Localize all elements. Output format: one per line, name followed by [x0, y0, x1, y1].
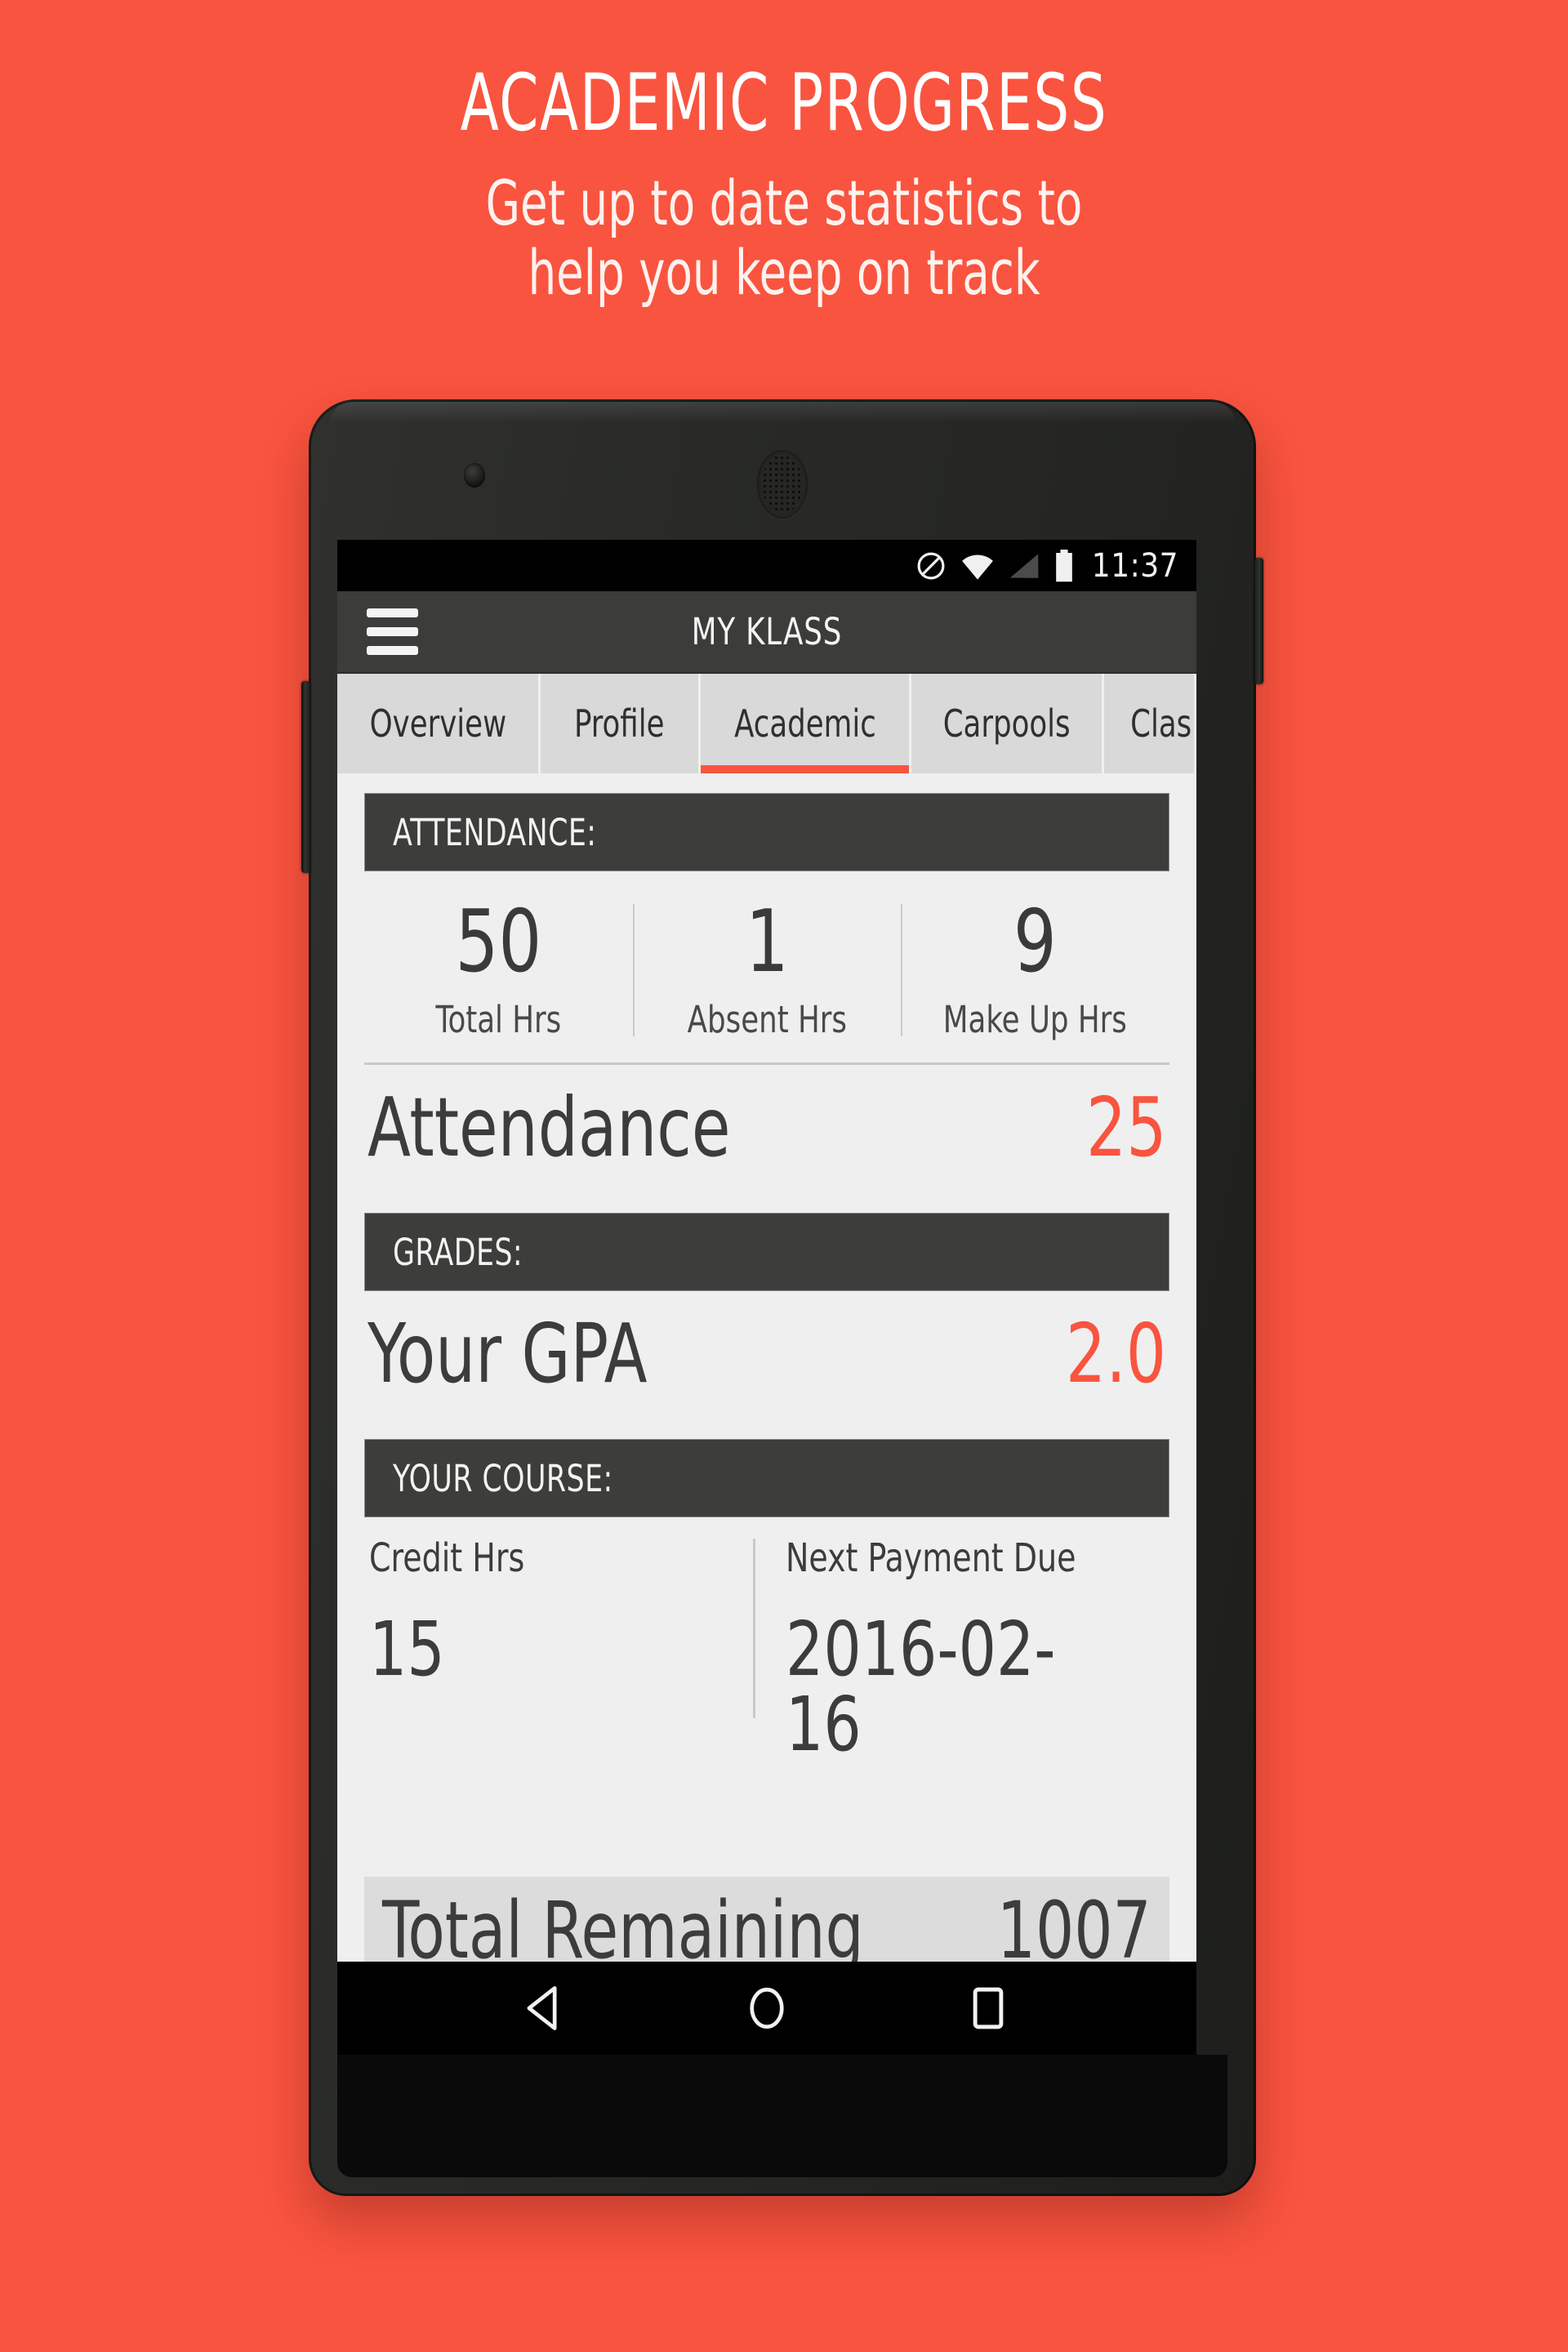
- promo-subtitle-line-1: Get up to date statistics to: [485, 167, 1083, 239]
- promo-header: ACADEMIC PROGRESS Get up to date statist…: [0, 0, 1568, 307]
- promo-subtitle: Get up to date statistics to help you ke…: [157, 142, 1411, 307]
- home-button[interactable]: [726, 1967, 808, 2049]
- recents-button[interactable]: [947, 1967, 1029, 2049]
- course-fields-row: Credit Hrs 15 Next Payment Due 2016-02-1…: [364, 1517, 1169, 1762]
- back-triangle-icon: [527, 1986, 557, 2030]
- tab-overview-label: Overview: [369, 702, 506, 746]
- tab-academic[interactable]: Academic: [701, 674, 911, 773]
- stat-makeup-hrs-label: Make Up Hrs: [943, 998, 1128, 1041]
- speaker-mesh: [762, 455, 803, 514]
- back-button[interactable]: [505, 1967, 586, 2049]
- cellular-signal-icon: [1009, 553, 1039, 578]
- course-next-payment-label: Next Payment Due: [786, 1535, 1076, 1581]
- tab-profile[interactable]: Profile: [541, 674, 701, 773]
- phone-bottom-bezel: [337, 2055, 1227, 2177]
- tab-carpools-label: Carpools: [942, 702, 1071, 746]
- tab-classes[interactable]: Clas: [1104, 674, 1196, 773]
- course-next-payment-value: 2016-02-16: [786, 1606, 1056, 1768]
- app-title: MY KLASS: [691, 610, 843, 653]
- status-bar-clock: 11:37: [1091, 546, 1178, 585]
- tab-academic-label: Academic: [733, 702, 876, 746]
- stat-absent-hrs-label: Absent Hrs: [687, 998, 847, 1041]
- stat-makeup-hrs-value: 9: [1013, 892, 1058, 991]
- academic-content: ATTENDANCE: 50 Total Hrs 1 Absent Hrs 9 …: [337, 773, 1196, 1962]
- tab-overview[interactable]: Overview: [337, 674, 541, 773]
- phone-screen: 11:37 MY KLASS Overview Profile Academic…: [337, 540, 1196, 2055]
- attendance-summary-row: Attendance 25: [364, 1065, 1169, 1193]
- phone-top-highlight: [330, 402, 1235, 423]
- volume-rocker-button[interactable]: [301, 681, 310, 873]
- recents-square-icon: [973, 1987, 1003, 2029]
- section-header-grades: GRADES:: [364, 1213, 1169, 1291]
- status-bar: 11:37: [337, 540, 1196, 591]
- course-credit-hrs: Credit Hrs 15: [364, 1535, 753, 1762]
- stat-absent-hrs-value: 1: [745, 892, 789, 991]
- promo-title: ACADEMIC PROGRESS: [460, 57, 1108, 149]
- attendance-stats-row: 50 Total Hrs 1 Absent Hrs 9 Make Up Hrs: [364, 871, 1169, 1065]
- gpa-summary-row: Your GPA 2.0: [364, 1291, 1169, 1419]
- course-next-payment: Next Payment Due 2016-02-16: [753, 1535, 1169, 1762]
- earpiece-speaker-icon: [757, 450, 808, 519]
- attendance-summary-value: 25: [1085, 1080, 1166, 1175]
- front-camera-icon: [464, 463, 485, 488]
- stat-makeup-hrs: 9 Make Up Hrs: [901, 899, 1169, 1041]
- total-remaining-label: Total Remaining: [382, 1885, 864, 1962]
- gpa-label: Your GPA: [368, 1306, 648, 1401]
- stat-total-hrs: 50 Total Hrs: [364, 892, 633, 1042]
- course-credit-hrs-value: 15: [369, 1606, 445, 1693]
- tab-bar: Overview Profile Academic Carpools Clas: [337, 672, 1196, 773]
- course-credit-hrs-label: Credit Hrs: [369, 1535, 525, 1581]
- section-header-course-label: YOUR COURSE:: [393, 1456, 613, 1500]
- action-bar: MY KLASS: [337, 591, 1196, 672]
- tab-profile-label: Profile: [574, 702, 665, 746]
- tab-classes-label: Clas: [1130, 702, 1192, 746]
- section-header-grades-label: GRADES:: [393, 1230, 523, 1274]
- total-remaining-value: 1007: [997, 1885, 1152, 1962]
- power-button[interactable]: [1254, 558, 1263, 684]
- total-remaining-row: Total Remaining 1007: [364, 1877, 1169, 1962]
- battery-icon: [1055, 549, 1072, 581]
- tab-carpools[interactable]: Carpools: [911, 674, 1104, 773]
- stat-total-hrs-value: 50: [455, 892, 542, 991]
- section-header-course: YOUR COURSE:: [364, 1439, 1169, 1517]
- attendance-summary-label: Attendance: [368, 1080, 731, 1175]
- home-circle-icon: [750, 1987, 784, 2029]
- stat-absent-hrs: 1 Absent Hrs: [632, 892, 902, 1041]
- android-navigation-bar: [337, 1962, 1196, 2055]
- section-header-attendance: ATTENDANCE:: [364, 793, 1169, 871]
- promo-subtitle-line-2: help you keep on track: [528, 236, 1040, 310]
- stat-total-hrs-label: Total Hrs: [435, 998, 562, 1041]
- section-header-attendance-label: ATTENDANCE:: [393, 810, 597, 854]
- gpa-value: 2.0: [1065, 1306, 1166, 1401]
- do-not-disturb-icon: [917, 552, 945, 579]
- phone-mockup: 11:37 MY KLASS Overview Profile Academic…: [301, 399, 1263, 2196]
- wifi-icon: [961, 555, 993, 580]
